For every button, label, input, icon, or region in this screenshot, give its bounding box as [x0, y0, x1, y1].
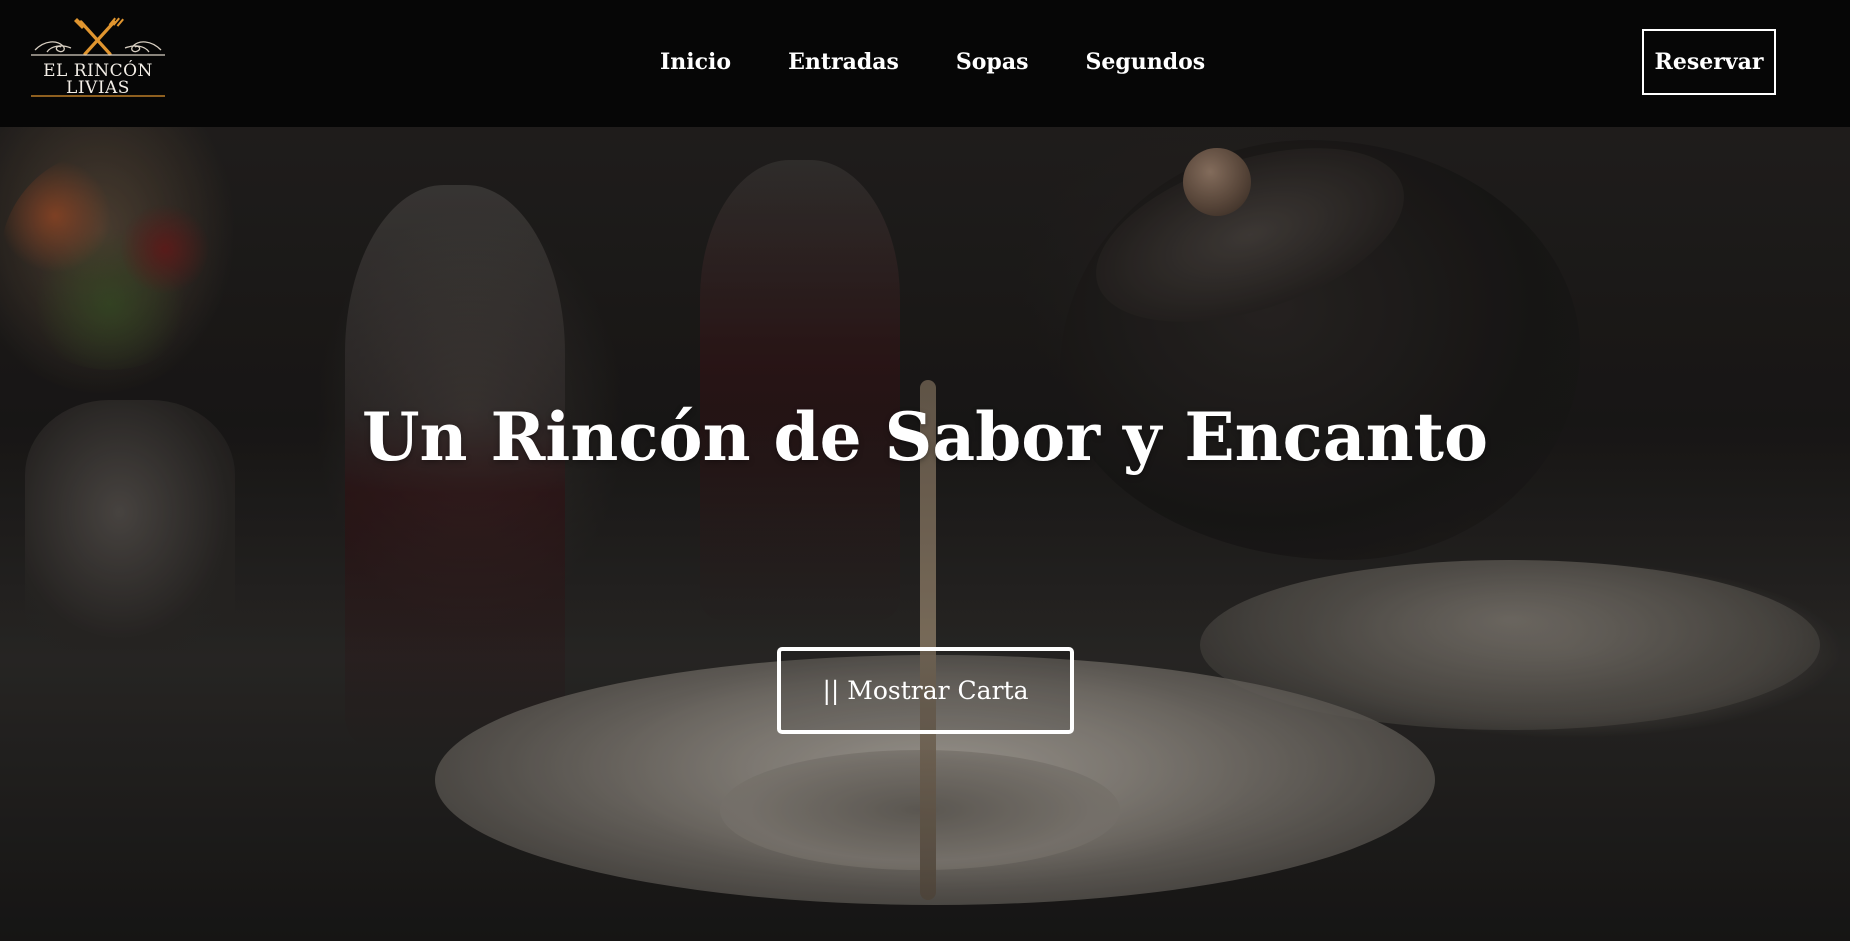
reserve-button[interactable]: Reservar [1642, 29, 1776, 95]
nav-link-sopas[interactable]: Sopas [956, 45, 1029, 79]
hero-title: Un Rincón de Sabor y Encanto [361, 398, 1489, 476]
main-nav: Inicio Entradas Sopas Segundos [660, 45, 1205, 79]
nav-link-inicio[interactable]: Inicio [660, 45, 731, 79]
navbar: EL RINCÓN LIVIAS Inicio Entradas Sopas S… [0, 0, 1850, 127]
brand-name-line2: LIVIAS [66, 78, 130, 98]
nav-link-segundos[interactable]: Segundos [1085, 45, 1205, 79]
show-menu-button[interactable]: || Mostrar Carta [777, 647, 1074, 734]
nav-link-entradas[interactable]: Entradas [788, 45, 899, 79]
brand-logo[interactable]: EL RINCÓN LIVIAS [27, 16, 169, 100]
page: EL RINCÓN LIVIAS Inicio Entradas Sopas S… [0, 0, 1850, 941]
